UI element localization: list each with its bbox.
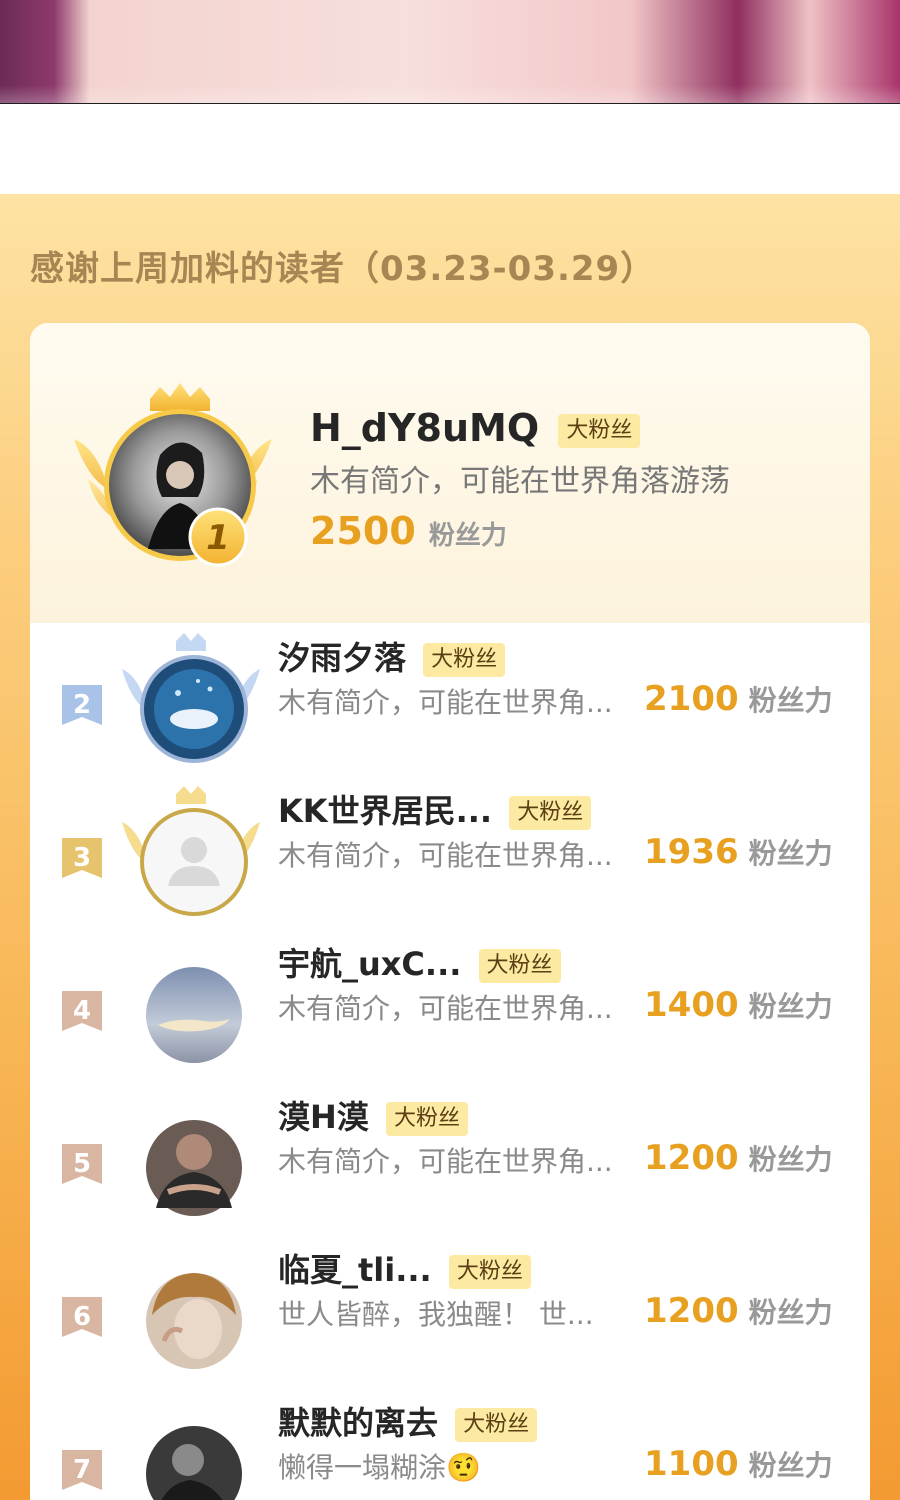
points-value: 2500 bbox=[310, 509, 416, 553]
fan-name-line[interactable]: KK世界居民... 大粉丝 bbox=[278, 786, 592, 832]
fan-row[interactable]: 6 临夏_tli... 大粉丝 世人皆醉，我独醒！ 世... 1200 粉丝力 bbox=[30, 1235, 870, 1388]
fan-level-badge: 大粉丝 bbox=[455, 1408, 538, 1442]
fan-level-badge: 大粉丝 bbox=[558, 413, 641, 448]
fan-bio: 木有简介，可能在世界角... bbox=[278, 1145, 613, 1178]
fan-name[interactable]: 临夏_tli... bbox=[278, 1251, 432, 1289]
points-unit: 粉丝力 bbox=[748, 1143, 833, 1176]
fan-name[interactable]: 汐雨夕落 bbox=[278, 639, 406, 677]
fan-row[interactable]: 7 默默的离去 大粉丝 懒得一塌糊涂🤨 1100 粉丝力 bbox=[30, 1388, 870, 1500]
fan-level-badge: 大粉丝 bbox=[509, 796, 592, 830]
points-unit: 粉丝力 bbox=[748, 1296, 833, 1329]
rank-flag-icon: 5 bbox=[62, 1144, 102, 1184]
fan-bio: 木有简介，可能在世界角... bbox=[278, 686, 613, 719]
top-fan-bio: 木有简介，可能在世界角落游荡 bbox=[310, 464, 730, 499]
fan-points: 1400 粉丝力 bbox=[644, 985, 833, 1025]
fan-name-line[interactable]: 宇航_uxC... 大粉丝 bbox=[278, 939, 561, 985]
fan-level-badge: 大粉丝 bbox=[423, 643, 506, 677]
rank-flag-icon: 2 bbox=[62, 685, 102, 725]
fan-name[interactable]: KK世界居民... bbox=[278, 792, 492, 830]
fan-name-line[interactable]: 临夏_tli... 大粉丝 bbox=[278, 1245, 531, 1291]
points-value: 2100 bbox=[644, 679, 739, 719]
fan-points: 1100 粉丝力 bbox=[644, 1444, 833, 1484]
comic-image-strip bbox=[0, 0, 900, 106]
avatar[interactable] bbox=[118, 939, 264, 1085]
rank-number: 4 bbox=[73, 996, 91, 1026]
fan-bio: 懒得一塌糊涂🤨 bbox=[278, 1451, 481, 1484]
fan-bio: 木有简介，可能在世界角... bbox=[278, 992, 613, 1025]
points-value: 1400 bbox=[644, 985, 739, 1025]
fan-row[interactable]: 5 漠H漠 大粉丝 木有简介，可能在世界角... 1200 粉丝力 bbox=[30, 1082, 870, 1235]
points-unit: 粉丝力 bbox=[748, 1449, 833, 1482]
points-unit: 粉丝力 bbox=[748, 837, 833, 870]
rank-flag-icon: 4 bbox=[62, 991, 102, 1031]
top-fan-name-line[interactable]: H_dY8uMQ 大粉丝 bbox=[310, 406, 641, 450]
ranking-card: 1 H_dY8uMQ 大粉丝 木有简介，可能在世界角落游荡 2500 粉丝力 2… bbox=[30, 323, 870, 1500]
rank-number: 7 bbox=[73, 1455, 91, 1485]
fan-level-badge: 大粉丝 bbox=[448, 1255, 531, 1289]
section-title: 感谢上周加料的读者（03.23-03.29） bbox=[30, 249, 656, 289]
fan-bio: 木有简介，可能在世界角... bbox=[278, 839, 613, 872]
crown-wings-frame-icon: 1 bbox=[74, 383, 272, 567]
points-unit: 粉丝力 bbox=[428, 521, 507, 551]
rank-number: 3 bbox=[73, 843, 91, 873]
points-value: 1100 bbox=[644, 1444, 739, 1484]
rank-number: 2 bbox=[73, 690, 91, 720]
fan-name-line[interactable]: 默默的离去 大粉丝 bbox=[278, 1398, 538, 1444]
fan-row[interactable]: 3 KK世界居民... 大粉丝 木有简介，可能在世界角... 1936 粉丝力 bbox=[30, 776, 870, 929]
fan-name-line[interactable]: 漠H漠 大粉丝 bbox=[278, 1092, 468, 1138]
fan-bio: 世人皆醉，我独醒！ 世... bbox=[278, 1298, 594, 1331]
rank-flag-icon: 6 bbox=[62, 1297, 102, 1337]
top-fan-avatar-frame[interactable]: 1 bbox=[68, 379, 278, 569]
top-fan-points: 2500 粉丝力 bbox=[310, 509, 507, 553]
avatar[interactable] bbox=[118, 786, 264, 932]
rank-number: 6 bbox=[73, 1302, 91, 1332]
fan-row[interactable]: 4 宇航_uxC... 大粉丝 木有简介，可能在世界角... 1400 粉丝力 bbox=[30, 929, 870, 1082]
rank-flag-icon: 3 bbox=[62, 838, 102, 878]
fan-name[interactable]: 默默的离去 bbox=[278, 1404, 438, 1442]
rank-number: 5 bbox=[73, 1149, 91, 1179]
points-value: 1200 bbox=[644, 1291, 739, 1331]
fan-name[interactable]: 漠H漠 bbox=[278, 1098, 369, 1136]
spacer bbox=[0, 104, 900, 196]
fan-row[interactable]: 2 汐雨夕落 大粉丝 木有简介，可能在世界角... 2100 粉丝力 bbox=[30, 623, 870, 776]
fan-points: 1200 粉丝力 bbox=[644, 1138, 833, 1178]
points-value: 1936 bbox=[644, 832, 739, 872]
points-value: 1200 bbox=[644, 1138, 739, 1178]
rank-1-number: 1 bbox=[206, 518, 230, 558]
fan-points: 1936 粉丝力 bbox=[644, 832, 833, 872]
fan-level-badge: 大粉丝 bbox=[478, 949, 561, 983]
fan-level-badge: 大粉丝 bbox=[385, 1102, 468, 1136]
avatar[interactable] bbox=[118, 1092, 264, 1238]
avatar[interactable] bbox=[118, 1398, 264, 1500]
avatar[interactable] bbox=[118, 633, 264, 779]
avatar[interactable] bbox=[118, 1245, 264, 1391]
points-unit: 粉丝力 bbox=[748, 684, 833, 717]
fan-name-line[interactable]: 汐雨夕落 大粉丝 bbox=[278, 633, 506, 679]
points-unit: 粉丝力 bbox=[748, 990, 833, 1023]
top-fan-name[interactable]: H_dY8uMQ bbox=[310, 406, 539, 450]
fan-name[interactable]: 宇航_uxC... bbox=[278, 945, 461, 983]
fan-points: 2100 粉丝力 bbox=[644, 679, 833, 719]
rank-flag-icon: 7 bbox=[62, 1450, 102, 1490]
fan-points: 1200 粉丝力 bbox=[644, 1291, 833, 1331]
